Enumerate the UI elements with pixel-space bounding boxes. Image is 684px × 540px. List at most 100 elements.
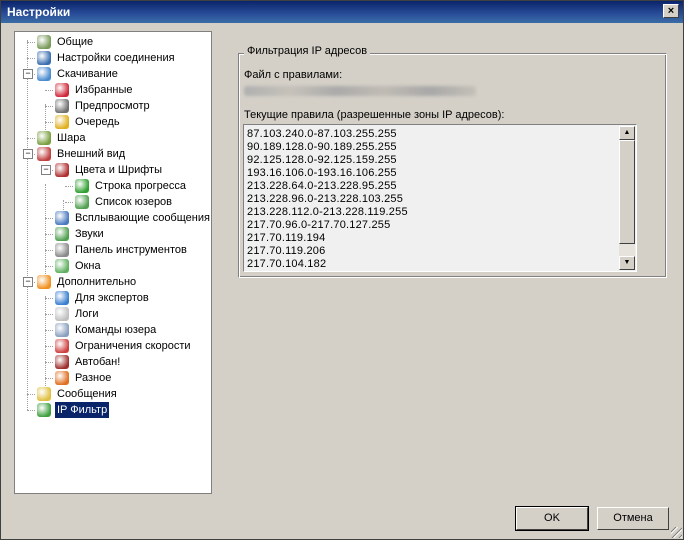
- tree-item-icon: [55, 227, 69, 241]
- collapse-icon[interactable]: −: [41, 165, 51, 175]
- collapse-icon[interactable]: −: [23, 277, 33, 287]
- ok-button[interactable]: OK: [515, 506, 589, 531]
- resize-grip[interactable]: [671, 527, 682, 538]
- tree-item-label: Логи: [75, 308, 99, 320]
- tree-item-label: Звуки: [75, 228, 104, 240]
- tree-item-icon: [37, 275, 51, 289]
- current-rules-label: Текущие правила (разрешенные зоны IP адр…: [244, 109, 505, 121]
- tree-item-label: Автобан!: [75, 356, 121, 368]
- rule-entry[interactable]: 213.228.96.0-213.228.103.255: [247, 193, 618, 206]
- tree-connector-line: [45, 122, 53, 123]
- rule-entry[interactable]: 193.16.106.0-193.16.106.255: [247, 167, 618, 180]
- tree-connector-line: [45, 362, 53, 363]
- tree-item-icon: [55, 83, 69, 97]
- tree-connector-line: [45, 378, 53, 379]
- rule-entry[interactable]: 213.228.112.0-213.228.119.255: [247, 206, 618, 219]
- tree-item-icon: [55, 115, 69, 129]
- tree-item-icon: [55, 243, 69, 257]
- tree-item-icon: [55, 163, 69, 177]
- tree-item-label: Команды юзера: [75, 324, 157, 336]
- tree-connector-line: [45, 298, 53, 299]
- tree-item-icon: [37, 51, 51, 65]
- tree-item-label: Общие: [57, 36, 94, 48]
- tree-item-label: Очередь: [75, 116, 120, 128]
- collapse-icon[interactable]: −: [23, 149, 33, 159]
- tree-item-icon: [37, 131, 51, 145]
- rule-entry[interactable]: 217.70.96.0-217.70.127.255: [247, 219, 618, 232]
- rule-entry[interactable]: 217.70.104.182: [247, 258, 618, 271]
- tree-connector-line: [65, 186, 73, 187]
- tree-item-label: Цвета и Шрифты: [75, 164, 162, 176]
- tree-item-label: Внешний вид: [57, 148, 126, 160]
- tree-item-label: Избранные: [75, 84, 133, 96]
- tree-item-label: Для экспертов: [75, 292, 149, 304]
- tree-item-label: Ограничения скорости: [75, 340, 191, 352]
- tree-item-icon: [55, 339, 69, 353]
- tree-item-icon: [37, 35, 51, 49]
- tree-item-icon: [37, 387, 51, 401]
- title-bar: Настройки ×: [1, 1, 683, 23]
- tree-connector-line: [27, 42, 35, 43]
- tree-item-label: Сообщения: [57, 388, 117, 400]
- tree-connector-line: [45, 346, 53, 347]
- rules-file-label: Файл с правилами:: [244, 69, 343, 81]
- tree-item-icon: [55, 211, 69, 225]
- rules-list[interactable]: 87.103.240.0-87.103.255.255 90.189.128.0-…: [243, 124, 637, 272]
- tree-connector-line: [45, 250, 53, 251]
- rule-entry[interactable]: 92.125.128.0-92.125.159.255: [247, 154, 618, 167]
- tree-item-label: Разное: [75, 372, 112, 384]
- tree-connector-line: [45, 266, 53, 267]
- tree-item-icon: [37, 147, 51, 161]
- tree-item-icon: [75, 179, 89, 193]
- tree-item-icon: [55, 99, 69, 113]
- tree-item-icon: [55, 291, 69, 305]
- tree-connector-line: [45, 296, 46, 400]
- tree-item-label: Скачивание: [57, 68, 118, 80]
- tree-item-label: Панель инструментов: [75, 244, 187, 256]
- tree-connector-line: [45, 234, 53, 235]
- tree-connector-line: [45, 330, 53, 331]
- tree-item-label: Дополнительно: [57, 276, 137, 288]
- close-button[interactable]: ×: [663, 4, 679, 18]
- settings-tree[interactable]: Общие Настройки соединения Скачивание − Избр…: [14, 31, 212, 494]
- tree-connector-line: [27, 58, 35, 59]
- tree-connector-line: [45, 314, 53, 315]
- tree-item-label: Список юзеров: [95, 196, 173, 208]
- tree-item-label: Настройки соединения: [57, 52, 175, 64]
- window-title: Настройки: [7, 5, 71, 19]
- rule-entry[interactable]: 213.228.64.0-213.228.95.255: [247, 180, 618, 193]
- tree-item-label: Предпросмотр: [75, 100, 150, 112]
- tree-connector-line: [27, 40, 28, 410]
- rule-entry[interactable]: 90.189.128.0-90.189.255.255: [247, 141, 618, 154]
- rule-entry[interactable]: 217.70.119.206: [247, 245, 618, 258]
- tree-item-icon: [75, 195, 89, 209]
- tree-item-label: Строка прогресса: [95, 180, 187, 192]
- scroll-down-icon[interactable]: ▼: [619, 256, 635, 270]
- scroll-thumb[interactable]: [619, 140, 635, 244]
- tree-item-icon: [37, 403, 51, 417]
- tree-item-label: Всплывающие сообщения: [75, 212, 210, 224]
- scroll-up-icon[interactable]: ▲: [619, 126, 635, 140]
- tree-item-icon: [55, 259, 69, 273]
- collapse-icon[interactable]: −: [23, 69, 33, 79]
- rules-scrollbar[interactable]: ▲ ▼: [619, 126, 635, 270]
- tree-connector-line: [27, 138, 35, 139]
- tree-item-icon: [55, 307, 69, 321]
- tree-connector-line: [65, 202, 73, 203]
- tree-item-icon: [37, 67, 51, 81]
- tree-connector-line: [27, 394, 35, 395]
- tree-connector-line: [45, 90, 53, 91]
- tree-item-label: IP Фильтр: [55, 402, 110, 418]
- tree-item-icon: [55, 323, 69, 337]
- tree-connector-line: [27, 410, 35, 411]
- rules-file-path-blurred: [244, 86, 476, 96]
- rule-entry[interactable]: 217.70.119.194: [247, 232, 618, 245]
- tree-connector-line: [45, 106, 53, 107]
- group-title: Фильтрация IP адресов: [244, 45, 371, 57]
- tree-item-icon: [55, 371, 69, 385]
- rule-entry[interactable]: 87.103.240.0-87.103.255.255: [247, 128, 618, 141]
- tree-item-icon: [55, 355, 69, 369]
- tree-connector-line: [45, 184, 46, 288]
- tree-connector-line: [45, 218, 53, 219]
- cancel-button[interactable]: Отмена: [597, 507, 669, 530]
